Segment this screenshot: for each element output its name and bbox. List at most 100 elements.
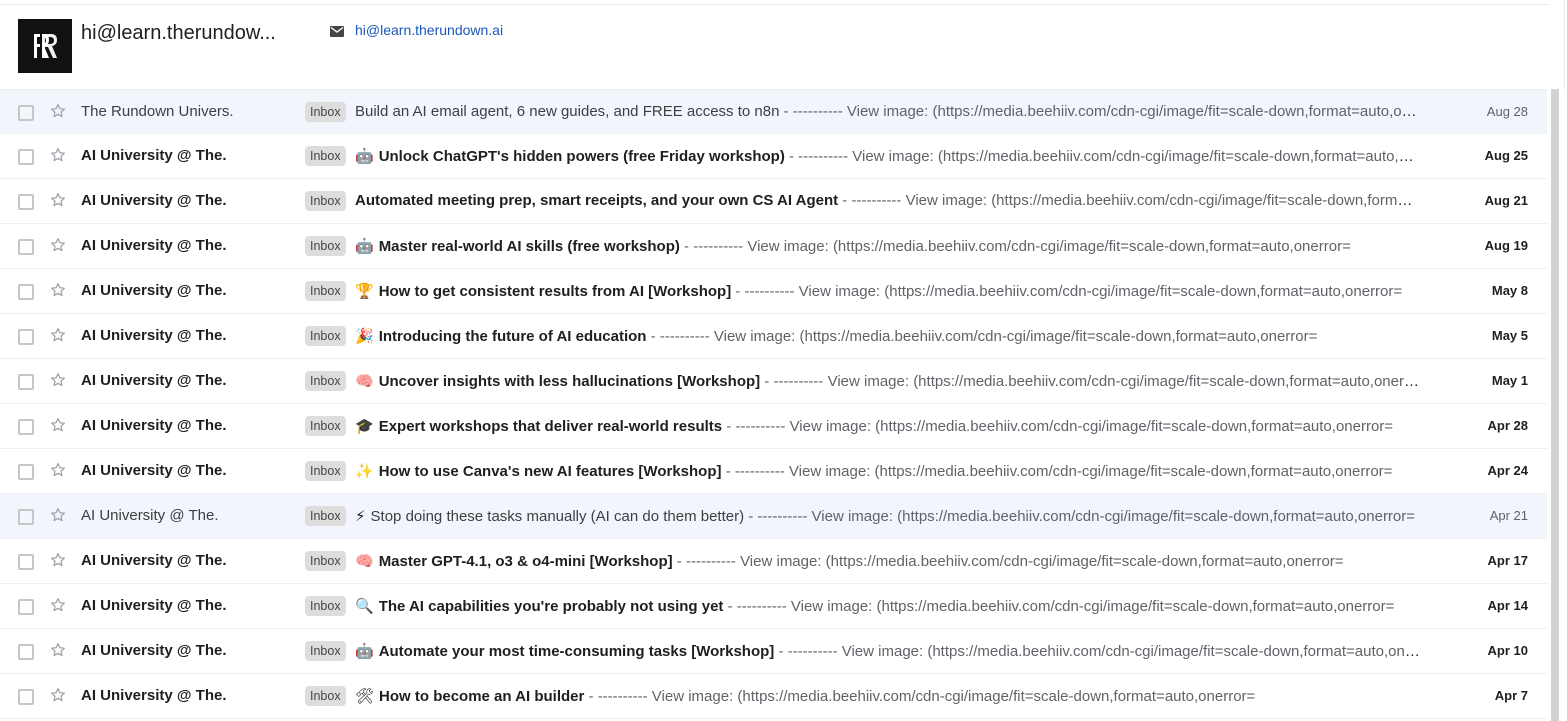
- email-subject: Automated meeting prep, smart receipts, …: [355, 192, 839, 209]
- email-row[interactable]: AI University @ The. Inbox 🎓 Expert works…: [0, 404, 1547, 449]
- star-icon[interactable]: [49, 102, 67, 120]
- star-icon[interactable]: [49, 326, 67, 344]
- sender-label: AI University @ The.: [81, 417, 227, 434]
- email-row[interactable]: AI University @ The. Inbox 🧠 Master GPT-4…: [0, 539, 1547, 584]
- email-date: May 5: [1491, 328, 1528, 343]
- email-subject: Expert workshops that deliver real-world…: [378, 418, 723, 435]
- select-checkbox[interactable]: [18, 554, 34, 570]
- subject-emoji-icon: 🎓: [355, 418, 374, 435]
- select-checkbox[interactable]: [18, 105, 34, 121]
- email-content: 🧠 Master GPT-4.1, o3 & o4-mini [Workshop]…: [355, 552, 1420, 570]
- email-content: 🎓 Expert workshops that deliver real-worl…: [355, 417, 1420, 435]
- email-snippet: - ---------- View image: (https://media.…: [842, 192, 1420, 209]
- sender-email-link[interactable]: hi@learn.therundown.ai: [355, 22, 503, 38]
- inbox-label-badge: Inbox: [305, 686, 346, 706]
- select-checkbox[interactable]: [18, 329, 34, 345]
- email-row[interactable]: AI University @ The. Inbox 🔍 The AI capab…: [0, 584, 1547, 629]
- email-date: Aug 21: [1484, 193, 1528, 208]
- email-date: Apr 28: [1487, 418, 1528, 433]
- star-icon[interactable]: [49, 506, 67, 524]
- subject-emoji-icon: 🛠: [355, 688, 375, 705]
- email-row[interactable]: AI University @ The. Inbox 🤖 Master real-…: [0, 224, 1547, 269]
- subject-emoji-icon: 🧠: [355, 553, 374, 570]
- select-checkbox[interactable]: [18, 644, 34, 660]
- select-checkbox[interactable]: [18, 509, 34, 525]
- email-content: Build an AI email agent, 6 new guides, a…: [355, 103, 1420, 120]
- email-subject: Introducing the future of AI education: [378, 328, 647, 345]
- email-subject: Unlock ChatGPT's hidden powers (free Fri…: [378, 148, 785, 165]
- sender-label: AI University @ The.: [81, 507, 219, 524]
- select-checkbox[interactable]: [18, 239, 34, 255]
- star-icon[interactable]: [49, 236, 67, 254]
- email-row[interactable]: AI University @ The. Inbox 🛠 How to becom…: [0, 674, 1547, 719]
- select-checkbox[interactable]: [18, 284, 34, 300]
- inbox-label-badge: Inbox: [305, 416, 346, 436]
- email-subject: How to become an AI builder: [379, 688, 585, 705]
- email-subject: Stop doing these tasks manually (AI can …: [370, 508, 745, 525]
- scrollbar-thumb[interactable]: [1551, 89, 1559, 721]
- email-content: 🏆 How to get consistent results from AI […: [355, 282, 1420, 300]
- star-icon[interactable]: [49, 686, 67, 704]
- avatar[interactable]: [18, 19, 72, 73]
- star-icon[interactable]: [49, 461, 67, 479]
- star-icon[interactable]: [49, 146, 67, 164]
- select-checkbox[interactable]: [18, 419, 34, 435]
- email-subject: Uncover insights with less hallucination…: [378, 373, 761, 390]
- email-snippet: - ---------- View image: (https://media.…: [672, 553, 1344, 570]
- email-subject: Automate your most time-consuming tasks …: [378, 643, 775, 660]
- email-snippet: - ---------- View image: (https://media.…: [774, 643, 1420, 660]
- sender-header: hi@learn.therundow... hi@learn.therundow…: [0, 5, 1549, 89]
- select-checkbox[interactable]: [18, 689, 34, 705]
- star-icon[interactable]: [49, 371, 67, 389]
- inbox-label-badge: Inbox: [305, 506, 346, 526]
- sender-label: AI University @ The.: [81, 462, 227, 479]
- inbox-label-badge: Inbox: [305, 326, 346, 346]
- star-icon[interactable]: [49, 641, 67, 659]
- star-icon[interactable]: [49, 551, 67, 569]
- inbox-label-badge: Inbox: [305, 371, 346, 391]
- star-icon[interactable]: [49, 191, 67, 209]
- sender-label: AI University @ The.: [81, 597, 227, 614]
- select-checkbox[interactable]: [18, 149, 34, 165]
- sender-label: AI University @ The.: [81, 642, 227, 659]
- subject-emoji-icon: ✨: [355, 463, 374, 480]
- select-checkbox[interactable]: [18, 194, 34, 210]
- email-row[interactable]: AI University @ The. Inbox 🧠 Uncover insi…: [0, 359, 1547, 404]
- select-checkbox[interactable]: [18, 599, 34, 615]
- sender-label: The Rundown Univers.: [81, 103, 234, 120]
- email-date: Aug 28: [1486, 104, 1528, 119]
- sender-label: AI University @ The.: [81, 192, 227, 209]
- subject-emoji-icon: 🤖: [355, 643, 374, 660]
- email-date: May 1: [1491, 373, 1528, 388]
- email-date: Apr 10: [1487, 643, 1528, 658]
- email-row[interactable]: AI University @ The. Inbox Automated mee…: [0, 179, 1547, 224]
- email-row[interactable]: AI University @ The. Inbox 🤖 Automate you…: [0, 629, 1547, 674]
- email-row[interactable]: AI University @ The. Inbox 🎉 Introducing …: [0, 314, 1547, 359]
- star-icon[interactable]: [49, 416, 67, 434]
- email-row[interactable]: AI University @ The. Inbox ✨ How to use C…: [0, 449, 1547, 494]
- email-list: The Rundown Univers. Inbox Build an AI e…: [0, 89, 1547, 719]
- email-snippet: - ---------- View image: (https://media.…: [731, 283, 1403, 300]
- email-row[interactable]: The Rundown Univers. Inbox Build an AI e…: [0, 89, 1547, 134]
- email-row[interactable]: AI University @ The. Inbox 🏆 How to get c…: [0, 269, 1547, 314]
- email-snippet: - ---------- View image: (https://media.…: [584, 688, 1256, 705]
- select-checkbox[interactable]: [18, 464, 34, 480]
- sender-label: AI University @ The.: [81, 687, 227, 704]
- email-snippet: - ---------- View image: (https://media.…: [723, 598, 1395, 615]
- email-snippet: - ---------- View image: (https://media.…: [744, 508, 1416, 525]
- star-icon[interactable]: [49, 596, 67, 614]
- sender-label: AI University @ The.: [81, 237, 227, 254]
- inbox-label-badge: Inbox: [305, 191, 346, 211]
- email-row[interactable]: AI University @ The. Inbox 🤖 Unlock ChatG…: [0, 134, 1547, 179]
- email-date: Apr 24: [1487, 463, 1528, 478]
- sender-label: AI University @ The.: [81, 147, 227, 164]
- email-snippet: - ---------- View image: (https://media.…: [721, 463, 1393, 480]
- email-row[interactable]: AI University @ The. Inbox ⚡ Stop doing t…: [0, 494, 1547, 539]
- inbox-label-badge: Inbox: [305, 551, 346, 571]
- star-icon[interactable]: [49, 281, 67, 299]
- email-content: 🧠 Uncover insights with less hallucinatio…: [355, 372, 1420, 390]
- email-content: ⚡ Stop doing these tasks manually (AI can…: [355, 507, 1420, 525]
- select-checkbox[interactable]: [18, 374, 34, 390]
- email-content: ✨ How to use Canva's new AI features [Wor…: [355, 462, 1420, 480]
- email-content: 🤖 Unlock ChatGPT's hidden powers (free Fr…: [355, 147, 1420, 165]
